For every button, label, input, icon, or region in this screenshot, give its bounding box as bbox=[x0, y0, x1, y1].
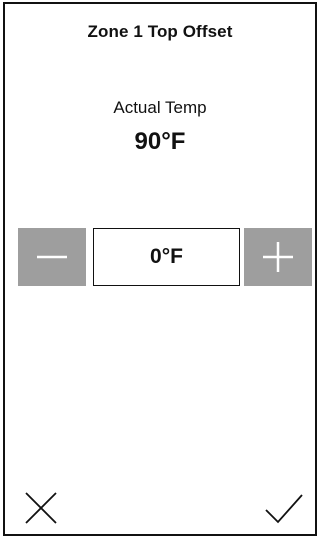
minus-icon bbox=[37, 255, 67, 259]
decrement-button[interactable] bbox=[18, 228, 86, 286]
close-icon bbox=[25, 492, 57, 524]
page-title: Zone 1 Top Offset bbox=[87, 22, 233, 41]
plus-icon bbox=[263, 242, 293, 272]
confirm-button[interactable] bbox=[259, 484, 307, 532]
increment-button[interactable] bbox=[244, 228, 312, 286]
device-screen: Zone 1 Top Offset Actual Temp 90°F 0°F bbox=[3, 2, 317, 536]
offset-value-display: 0°F bbox=[93, 228, 240, 286]
offset-value: 0°F bbox=[150, 245, 183, 268]
checkmark-icon bbox=[265, 494, 303, 524]
actual-temp-label: Actual Temp bbox=[113, 98, 207, 117]
cancel-button[interactable] bbox=[17, 484, 65, 532]
actual-temp-value: 90°F bbox=[134, 128, 186, 155]
